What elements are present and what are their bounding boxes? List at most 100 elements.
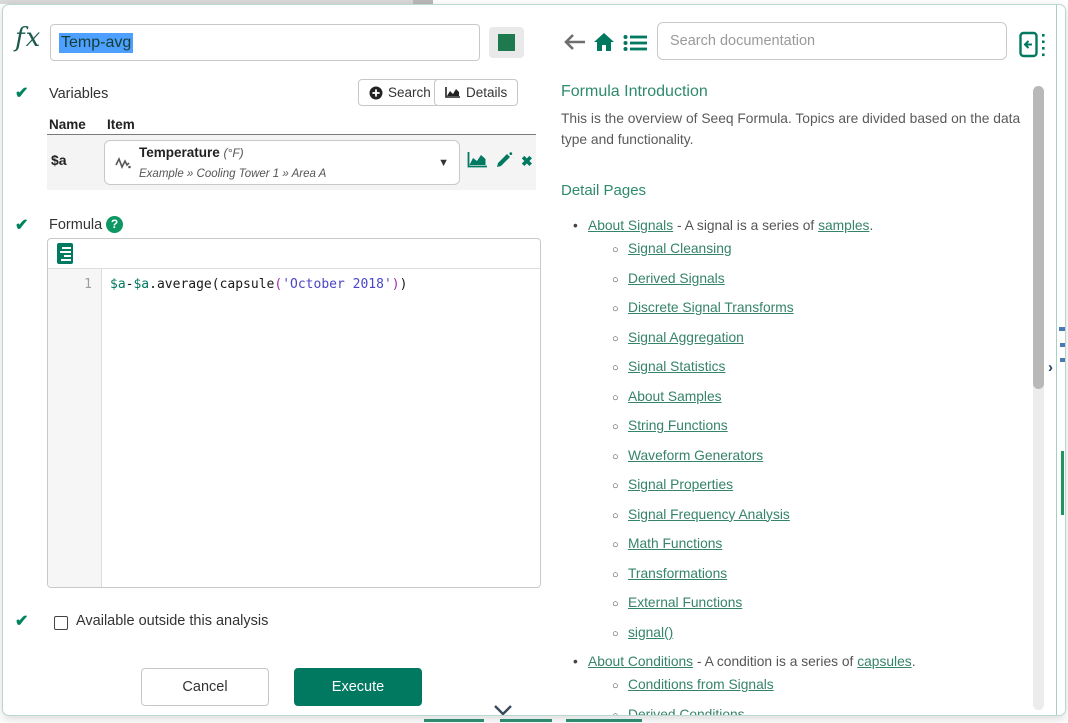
variable-item-dropdown[interactable]: Temperature (°F) Example » Cooling Tower… bbox=[104, 140, 460, 185]
circle-bullet-icon: ○ bbox=[612, 709, 619, 716]
available-outside-label: Available outside this analysis bbox=[76, 613, 269, 629]
doc-list-item: ○ Derived Conditions bbox=[561, 706, 1031, 716]
edit-pencil-icon[interactable] bbox=[495, 151, 513, 169]
doc-list-item: ○ Waveform Generators bbox=[561, 447, 1031, 465]
doc-scrollbar[interactable] bbox=[1033, 86, 1044, 710]
doc-link[interactable]: Math Functions bbox=[628, 536, 722, 551]
doc-link[interactable]: Discrete Signal Transforms bbox=[628, 300, 794, 315]
chart-icon bbox=[445, 86, 461, 99]
variables-label: Variables bbox=[49, 86, 109, 102]
doc-link[interactable]: Signal Properties bbox=[628, 477, 733, 492]
search-button-label: Search bbox=[388, 85, 431, 100]
doc-list-item: • About Conditions - A condition is a ser… bbox=[561, 653, 1031, 671]
doc-link[interactable]: Derived Signals bbox=[628, 271, 725, 286]
back-arrow-icon[interactable] bbox=[564, 34, 586, 50]
doc-link[interactable]: samples bbox=[818, 218, 869, 233]
circle-bullet-icon: ○ bbox=[612, 598, 619, 610]
code-token: .average(capsule bbox=[149, 277, 275, 292]
background-artifact bbox=[1059, 327, 1065, 331]
doc-link[interactable]: About Conditions bbox=[588, 654, 693, 669]
doc-link[interactable]: capsules bbox=[857, 654, 911, 669]
doc-text: . bbox=[911, 654, 916, 669]
doc-text: - A condition is a series of bbox=[693, 654, 858, 669]
circle-bullet-icon: ○ bbox=[612, 362, 619, 374]
circle-bullet-icon: ○ bbox=[612, 627, 619, 640]
column-header-name: Name bbox=[49, 117, 86, 132]
circle-bullet-icon: ○ bbox=[612, 332, 619, 345]
doc-list-item: • About Signals - A signal is a series of… bbox=[561, 217, 1031, 235]
item-title: Temperature bbox=[139, 144, 220, 160]
remove-variable-icon[interactable]: ✖ bbox=[521, 153, 533, 170]
doc-list-item: ○ Signal Frequency Analysis bbox=[561, 506, 1031, 524]
list-icon[interactable] bbox=[623, 34, 647, 52]
expand-panel-chevron-icon[interactable]: › bbox=[1048, 359, 1053, 376]
doc-link[interactable]: External Functions bbox=[628, 595, 742, 610]
item-path: Example » Cooling Tower 1 » Area A bbox=[139, 167, 327, 180]
doc-list-item: ○ About Samples bbox=[561, 388, 1031, 406]
doc-link-list: • About Signals - A signal is a series of… bbox=[561, 217, 1031, 716]
doc-link[interactable]: Waveform Generators bbox=[628, 448, 763, 463]
circle-bullet-icon: ○ bbox=[612, 509, 619, 522]
trend-chart-icon[interactable] bbox=[467, 151, 488, 168]
doc-text: . bbox=[869, 218, 874, 233]
circle-bullet-icon: ○ bbox=[612, 450, 619, 463]
doc-link[interactable]: String Functions bbox=[628, 418, 728, 433]
help-icon[interactable]: ? bbox=[106, 216, 123, 233]
available-outside-checkbox[interactable] bbox=[54, 616, 68, 630]
code-token: $a bbox=[133, 277, 150, 292]
doc-link[interactable]: Signal Cleansing bbox=[628, 241, 732, 256]
doc-link[interactable]: signal() bbox=[628, 625, 673, 640]
doc-link[interactable]: Derived Conditions bbox=[628, 707, 745, 716]
line-number: 1 bbox=[84, 277, 92, 292]
doc-list-item: ○ signal() bbox=[561, 624, 1031, 642]
doc-list-item: ○ Transformations bbox=[561, 565, 1031, 583]
circle-bullet-icon: ○ bbox=[612, 391, 619, 404]
circle-bullet-icon: ○ bbox=[612, 539, 619, 551]
collapse-panel-icon[interactable] bbox=[1019, 31, 1047, 59]
color-picker-button[interactable] bbox=[489, 27, 524, 58]
background-artifact bbox=[1060, 358, 1065, 362]
formula-editor[interactable]: 1 $a-$a.average(capsule('October 2018')) bbox=[47, 238, 541, 588]
circle-bullet-icon: ○ bbox=[612, 421, 619, 433]
doc-search-input[interactable] bbox=[657, 22, 1007, 60]
doc-intro: This is the overview of Seeq Formula. To… bbox=[561, 111, 1021, 147]
chevron-down-icon[interactable] bbox=[493, 704, 513, 715]
circle-bullet-icon: ○ bbox=[612, 680, 619, 692]
doc-list-item: ○ Signal Cleansing bbox=[561, 240, 1031, 258]
formula-name-input[interactable]: Temp-avg bbox=[50, 24, 480, 61]
doc-list-item: ○ External Functions bbox=[561, 594, 1031, 612]
caret-down-icon: ▼ bbox=[438, 156, 449, 169]
doc-link[interactable]: About Samples bbox=[628, 389, 722, 404]
editor-toolbar bbox=[48, 239, 540, 269]
home-icon[interactable] bbox=[593, 32, 615, 52]
code-token: ) bbox=[391, 277, 400, 292]
doc-link[interactable]: About Signals bbox=[588, 218, 673, 233]
doc-scrollbar-thumb[interactable] bbox=[1033, 86, 1044, 389]
doc-list-item: ○ Signal Properties bbox=[561, 476, 1031, 494]
code-token: ) bbox=[399, 277, 408, 292]
formula-examples-icon[interactable] bbox=[57, 243, 73, 264]
cancel-button[interactable]: Cancel bbox=[141, 668, 269, 706]
bullet-icon: • bbox=[573, 654, 578, 669]
availability-check-icon: ✔ bbox=[15, 613, 29, 630]
doc-list-item: ○ Conditions from Signals bbox=[561, 676, 1031, 694]
doc-link[interactable]: Signal Statistics bbox=[628, 359, 725, 374]
variable-name: $a bbox=[51, 152, 67, 168]
column-header-item: Item bbox=[107, 117, 135, 132]
formula-code[interactable]: $a-$a.average(capsule('October 2018')) bbox=[110, 277, 407, 292]
formula-name-value: Temp-avg bbox=[59, 32, 134, 53]
doc-list-item: ○ Derived Signals bbox=[561, 270, 1031, 288]
variables-search-button[interactable]: Search bbox=[358, 79, 442, 106]
doc-list-item: ○ Math Functions bbox=[561, 535, 1031, 553]
color-swatch bbox=[498, 34, 515, 51]
fx-logo-icon: fx bbox=[15, 23, 42, 53]
circle-bullet-icon: ○ bbox=[612, 480, 619, 492]
variables-details-button[interactable]: Details bbox=[434, 79, 519, 106]
doc-link[interactable]: Conditions from Signals bbox=[628, 677, 774, 692]
doc-link[interactable]: Transformations bbox=[628, 566, 727, 581]
doc-link[interactable]: Signal Frequency Analysis bbox=[628, 507, 790, 522]
item-unit: (°F) bbox=[223, 145, 244, 160]
doc-link[interactable]: Signal Aggregation bbox=[628, 330, 744, 345]
doc-section-title: Detail Pages bbox=[561, 182, 647, 199]
execute-button[interactable]: Execute bbox=[294, 668, 422, 706]
